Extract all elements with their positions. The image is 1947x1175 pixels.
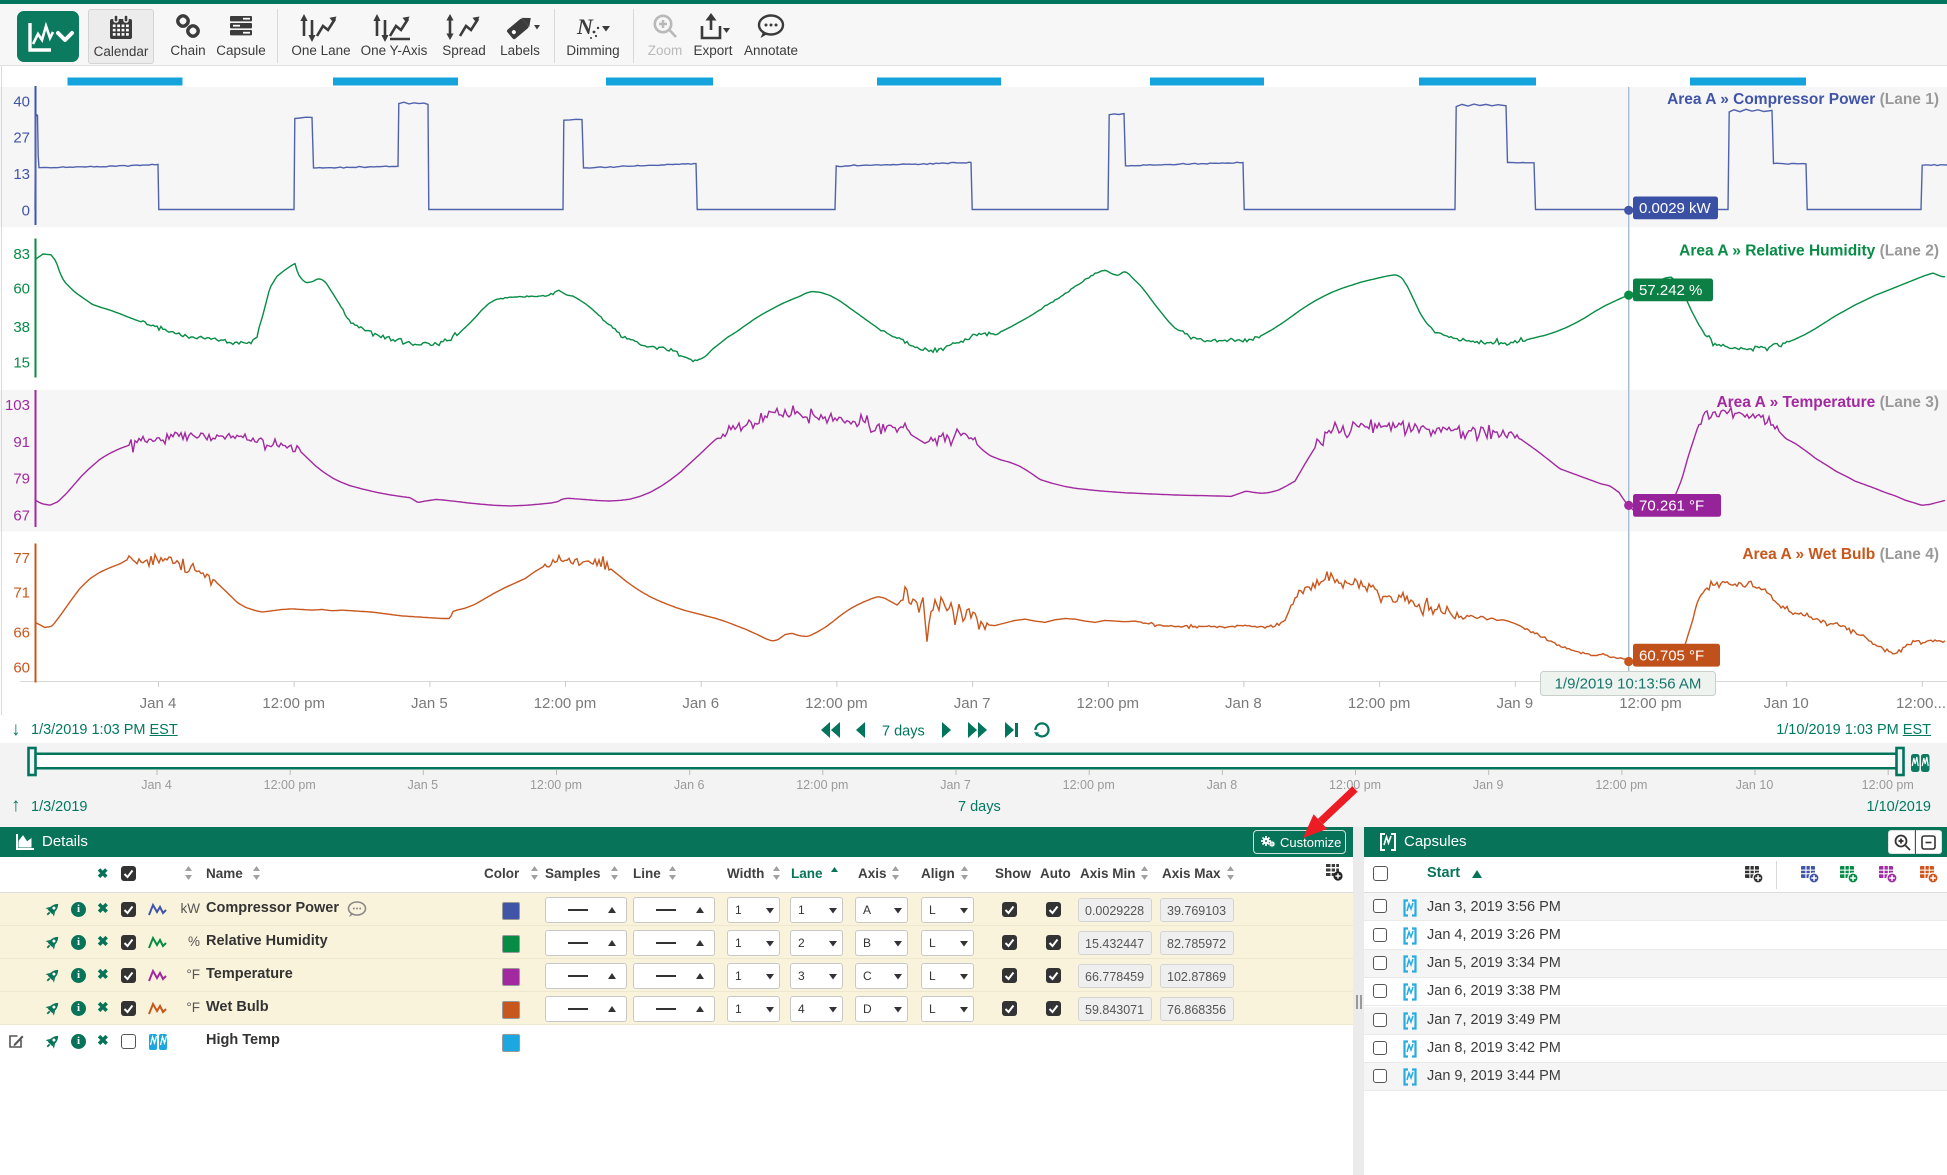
svg-text:12:00...: 12:00... — [1896, 695, 1946, 712]
svg-text:1/9/2019 10:13:56 AM: 1/9/2019 10:13:56 AM — [1555, 676, 1702, 693]
svg-text:Jan 9: Jan 9 — [1473, 778, 1504, 792]
svg-text:Area A » Compressor Power (Lan: Area A » Compressor Power (Lane 1) — [1667, 91, 1939, 108]
svg-text:Jan 4: Jan 4 — [140, 695, 177, 712]
svg-text:Jan 7: Jan 7 — [954, 695, 991, 712]
svg-text:0: 0 — [22, 202, 30, 219]
svg-text:77: 77 — [13, 550, 30, 567]
svg-text:12:00 pm: 12:00 pm — [796, 778, 848, 792]
svg-text:12:00 pm: 12:00 pm — [1348, 695, 1411, 712]
svg-text:Jan 4: Jan 4 — [141, 778, 172, 792]
svg-text:60.705 °F: 60.705 °F — [1639, 647, 1704, 664]
svg-text:15: 15 — [13, 354, 30, 371]
svg-text:12:00 pm: 12:00 pm — [1595, 778, 1647, 792]
svg-text:70.261 °F: 70.261 °F — [1639, 498, 1704, 515]
svg-text:103: 103 — [5, 397, 30, 414]
svg-text:Jan 6: Jan 6 — [682, 695, 719, 712]
svg-text:79: 79 — [13, 471, 30, 488]
svg-text:Area A » Temperature (Lane 3): Area A » Temperature (Lane 3) — [1716, 394, 1939, 411]
svg-text:12:00 pm: 12:00 pm — [534, 695, 597, 712]
svg-text:N: N — [576, 14, 594, 39]
svg-text:66: 66 — [13, 625, 30, 642]
svg-text:71: 71 — [13, 585, 30, 602]
svg-text:Jan 8: Jan 8 — [1225, 695, 1262, 712]
svg-text:0.0029 kW: 0.0029 kW — [1639, 200, 1712, 217]
svg-text:Jan 9: Jan 9 — [1496, 695, 1533, 712]
svg-text:Jan 8: Jan 8 — [1207, 778, 1238, 792]
svg-text:Jan 10: Jan 10 — [1764, 695, 1809, 712]
svg-text:Jan 7: Jan 7 — [940, 778, 971, 792]
svg-text:38: 38 — [13, 319, 30, 336]
svg-text:60: 60 — [13, 659, 30, 676]
svg-text:Jan 5: Jan 5 — [411, 695, 448, 712]
svg-text:40: 40 — [13, 94, 30, 111]
svg-text:12:00 pm: 12:00 pm — [264, 778, 316, 792]
svg-text:12:00 pm: 12:00 pm — [530, 778, 582, 792]
svg-text:Jan 5: Jan 5 — [408, 778, 439, 792]
svg-text:12:00 pm: 12:00 pm — [1619, 695, 1682, 712]
svg-text:13: 13 — [13, 166, 30, 183]
svg-text:7 days: 7 days — [882, 724, 925, 740]
svg-text:12:00 pm: 12:00 pm — [1077, 695, 1140, 712]
svg-text:57.242 %: 57.242 % — [1639, 282, 1702, 299]
svg-text:12:00 pm: 12:00 pm — [1862, 778, 1914, 792]
svg-text:12:00 pm: 12:00 pm — [262, 695, 325, 712]
svg-text:Area A » Relative Humidity (La: Area A » Relative Humidity (Lane 2) — [1679, 243, 1939, 260]
svg-text:27: 27 — [13, 130, 30, 147]
svg-text:12:00 pm: 12:00 pm — [805, 695, 868, 712]
svg-text:60: 60 — [13, 281, 30, 298]
svg-text:Jan 6: Jan 6 — [674, 778, 705, 792]
svg-text:91: 91 — [13, 434, 30, 451]
svg-text:Area A » Wet Bulb (Lane 4): Area A » Wet Bulb (Lane 4) — [1742, 546, 1939, 563]
svg-text:83: 83 — [13, 246, 30, 263]
svg-text:Jan 10: Jan 10 — [1736, 778, 1774, 792]
svg-text:12:00 pm: 12:00 pm — [1063, 778, 1115, 792]
svg-text:67: 67 — [13, 507, 30, 524]
